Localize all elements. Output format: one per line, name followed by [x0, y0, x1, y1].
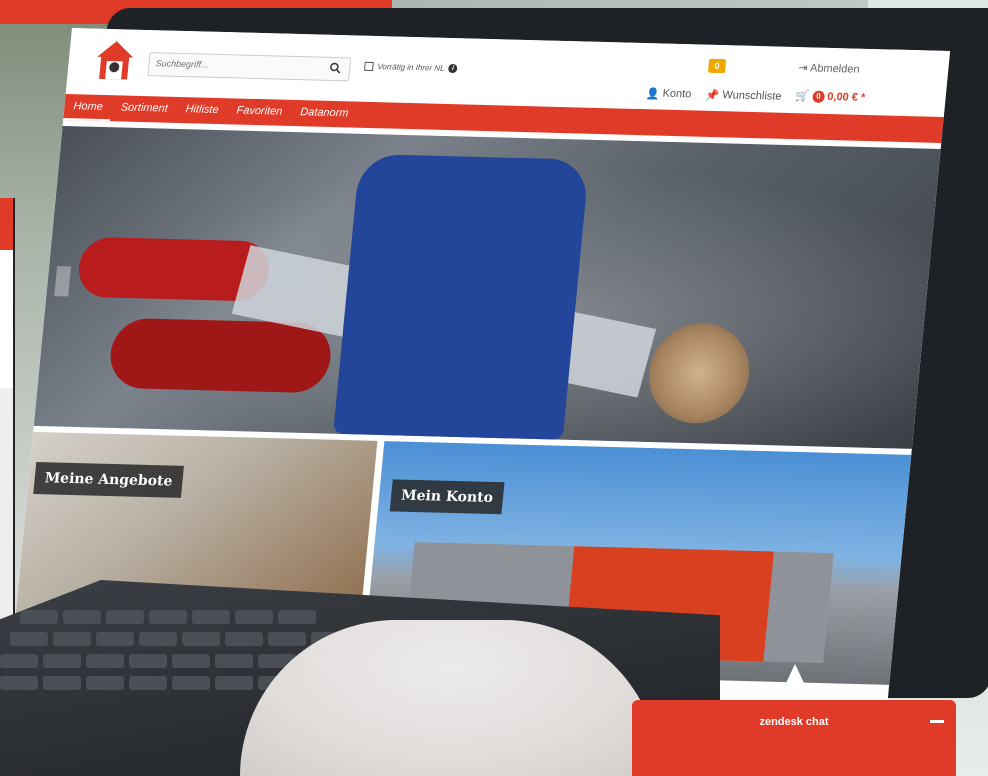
- key-row: [0, 676, 296, 690]
- nav-item-datanorm[interactable]: Datanorm: [290, 100, 359, 128]
- cart-link[interactable]: 🛒 0 0,00 € *: [795, 89, 866, 104]
- key-row: [20, 610, 316, 624]
- pin-icon: 📌: [705, 89, 720, 103]
- cart-icon: 🛒: [795, 90, 810, 103]
- nav-item-home[interactable]: Home: [63, 93, 113, 122]
- user-icon: 👤: [645, 88, 661, 101]
- info-icon[interactable]: i: [448, 63, 458, 74]
- minimize-icon[interactable]: [930, 720, 944, 723]
- account-label: Konto: [662, 87, 692, 101]
- hero-worker: [333, 153, 590, 440]
- cart-total: 0,00 € *: [826, 90, 866, 104]
- zendesk-chat-widget[interactable]: zendesk chat: [632, 700, 956, 776]
- stock-filter[interactable]: Vorrätig in Ihrer NL i: [363, 61, 458, 74]
- stock-filter-checkbox[interactable]: [363, 61, 374, 71]
- company-logo[interactable]: [91, 39, 139, 86]
- tile-mein-konto-label: Mein Konto: [389, 479, 505, 515]
- nav-item-sortiment[interactable]: Sortiment: [110, 95, 177, 123]
- points-badge[interactable]: 0: [707, 58, 727, 74]
- cart-count: 0: [811, 90, 825, 103]
- wishlist-label: Wunschliste: [721, 89, 783, 103]
- wishlist-link[interactable]: 📌 Wunschliste: [705, 89, 782, 104]
- search-box[interactable]: [147, 52, 352, 82]
- search-input[interactable]: [148, 53, 333, 78]
- key-row: [10, 632, 349, 646]
- tile-meine-angebote-label: Meine Angebote: [33, 462, 184, 498]
- side-panel-red-header: [0, 198, 13, 250]
- logout-link[interactable]: ⇥ Abmelden: [798, 61, 860, 76]
- hero-wheel: [644, 321, 754, 425]
- hero-roller-lower: [107, 317, 334, 394]
- nav-item-hitliste[interactable]: Hitliste: [175, 97, 228, 124]
- slider-prev-button[interactable]: [54, 266, 72, 297]
- logout-label: Abmelden: [809, 62, 861, 76]
- stock-filter-label: Vorrätig in Ihrer NL: [376, 62, 445, 73]
- nav-item-favoriten[interactable]: Favoriten: [226, 98, 292, 126]
- hero-slider[interactable]: [33, 125, 941, 449]
- search-icon[interactable]: [329, 62, 342, 74]
- chat-title: zendesk chat: [759, 716, 829, 728]
- account-link[interactable]: 👤 Konto: [645, 87, 692, 101]
- chat-pointer: [778, 664, 812, 700]
